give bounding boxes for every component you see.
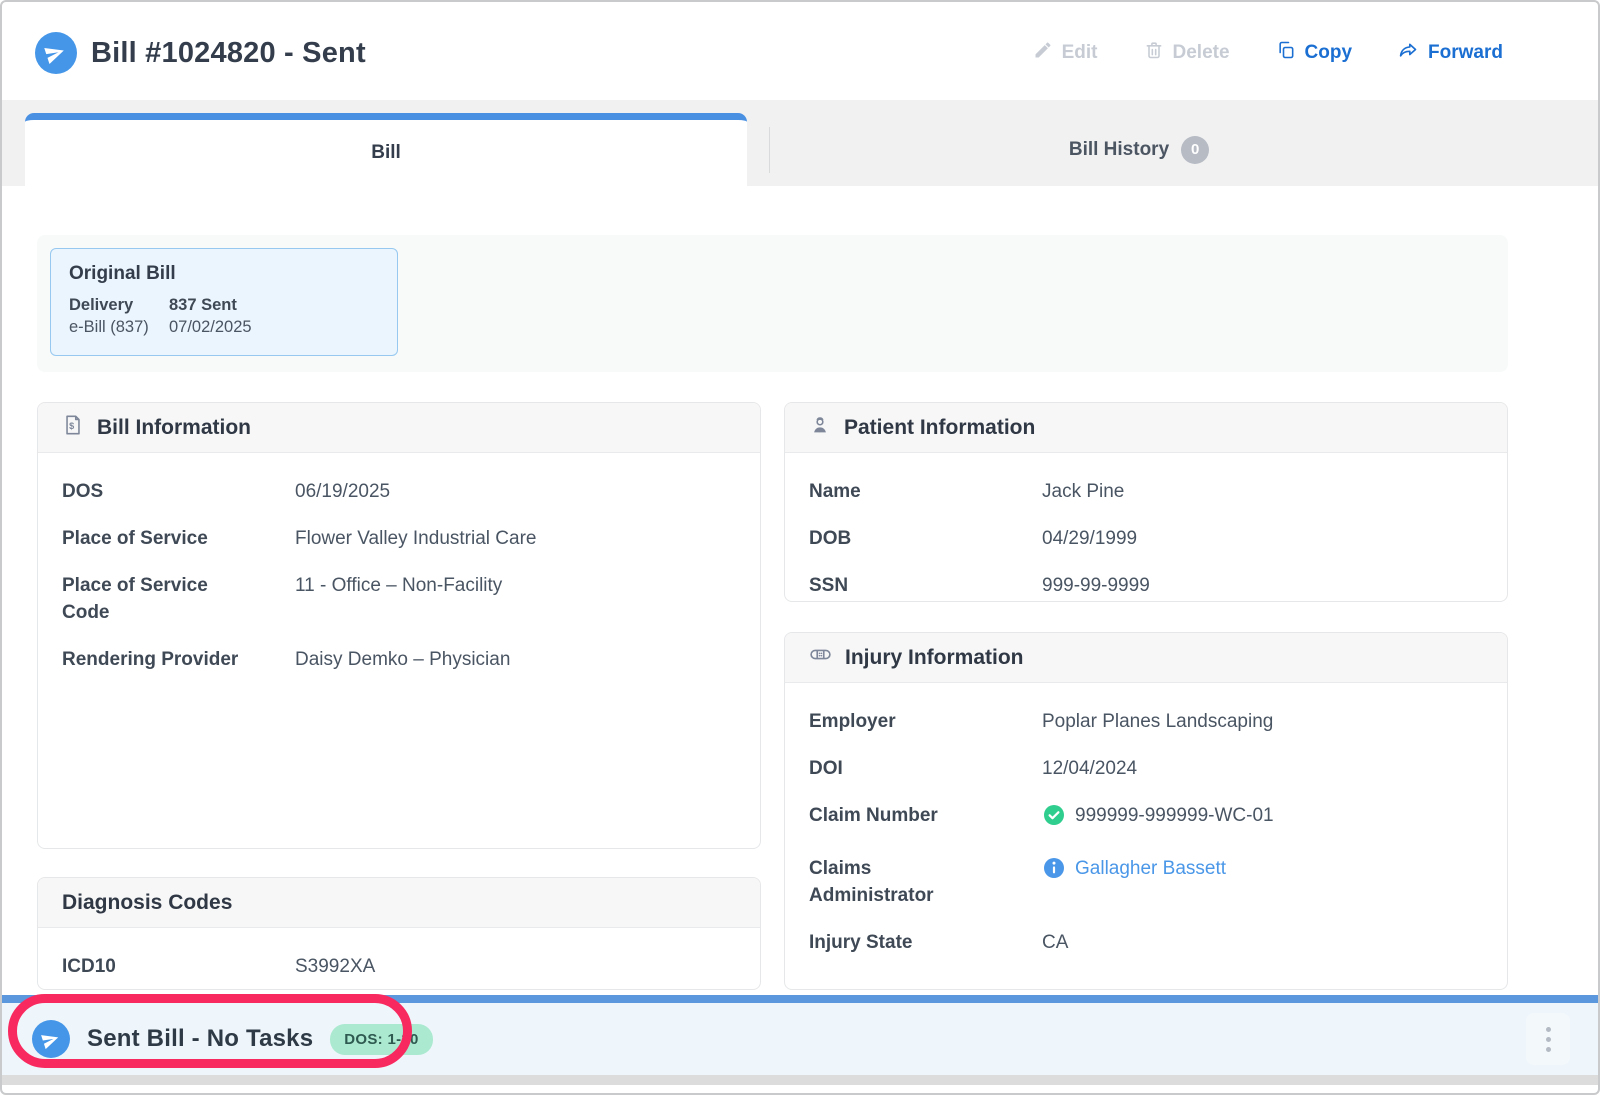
- tab-bill[interactable]: Bill: [25, 113, 747, 186]
- original-bill-card[interactable]: Original Bill Delivery 837 Sent e-Bill (…: [50, 248, 398, 356]
- trash-icon: [1144, 40, 1164, 66]
- receipt-dollar-icon: $: [62, 414, 84, 442]
- diagnosis-codes-header: Diagnosis Codes: [38, 878, 760, 928]
- kebab-menu-button[interactable]: [1526, 1013, 1570, 1065]
- bill-information-header: $ Bill Information: [38, 403, 760, 453]
- copy-icon: [1276, 40, 1296, 66]
- table-row: ICD10 S3992XA: [62, 943, 736, 990]
- injury-information-header: Injury Information: [785, 633, 1507, 683]
- table-row: DOS 06/19/2025: [62, 468, 736, 515]
- delivery-value: e-Bill (837): [69, 318, 169, 337]
- delivery-label: Delivery: [69, 296, 169, 315]
- footer-status-title: Sent Bill - No Tasks: [87, 1025, 313, 1053]
- patient-information-card: Patient Information Name Jack Pine DOB 0…: [784, 402, 1508, 602]
- edit-button[interactable]: Edit: [1033, 40, 1098, 66]
- table-row: Rendering Provider Daisy Demko – Physici…: [62, 636, 736, 683]
- table-row: Claim Number 999999-999999-WC-01: [809, 792, 1483, 845]
- status-label: 837 Sent: [169, 296, 379, 315]
- sent-bill-footer-icon: [32, 1020, 70, 1058]
- patient-information-header: Patient Information: [785, 403, 1507, 453]
- bandaid-icon: [809, 643, 832, 672]
- task-footer: Sent Bill - No Tasks DOS: 1-30: [2, 1003, 1598, 1075]
- table-row: Place of Service Flower Valley Industria…: [62, 515, 736, 562]
- table-row: Place of Service Code 11 - Office – Non-…: [62, 562, 736, 636]
- diagnosis-codes-card: Diagnosis Codes ICD10 S3992XA: [37, 877, 761, 990]
- pencil-icon: [1033, 40, 1053, 66]
- sent-bill-icon: [35, 32, 77, 74]
- tab-bill-history[interactable]: Bill History 0: [770, 113, 1578, 186]
- page-title: Bill #1024820 - Sent: [91, 37, 366, 70]
- bill-detail-page: Bill #1024820 - Sent Edit Delete Copy Fo…: [0, 0, 1600, 1095]
- check-circle-icon: [1042, 803, 1066, 835]
- table-row: SSN 999-99-9999: [809, 562, 1483, 602]
- forward-button[interactable]: Forward: [1398, 40, 1503, 67]
- header-actions: Edit Delete Copy Forward: [1033, 40, 1503, 67]
- original-bill-title: Original Bill: [69, 263, 379, 285]
- tab-bar: Bill Bill History 0: [2, 100, 1598, 186]
- table-row: Injury State CA: [809, 919, 1483, 966]
- status-date: 07/02/2025: [169, 318, 379, 337]
- bottom-strip: [2, 1075, 1598, 1085]
- dos-badge: DOS: 1-30: [330, 1024, 432, 1055]
- main-content: Original Bill Delivery 837 Sent e-Bill (…: [2, 235, 1598, 990]
- svg-text:$: $: [69, 421, 74, 431]
- info-circle-icon[interactable]: [1042, 856, 1066, 888]
- claims-administrator-link[interactable]: Gallagher Bassett: [1075, 855, 1226, 882]
- bill-versions-strip: Original Bill Delivery 837 Sent e-Bill (…: [37, 235, 1508, 372]
- injury-information-card: Injury Information Employer Poplar Plane…: [784, 632, 1508, 990]
- table-row: Claims Administrator Gallagher Bassett: [809, 845, 1483, 919]
- bill-history-count-badge: 0: [1181, 136, 1209, 164]
- table-row: DOB 04/29/1999: [809, 515, 1483, 562]
- delete-button[interactable]: Delete: [1144, 40, 1230, 66]
- table-row: DOI 12/04/2024: [809, 745, 1483, 792]
- forward-arrow-icon: [1398, 40, 1419, 67]
- table-row: Name Jack Pine: [809, 468, 1483, 515]
- table-row: Employer Poplar Planes Landscaping: [809, 698, 1483, 745]
- patient-hardhat-icon: [809, 414, 831, 442]
- bill-information-card: $ Bill Information DOS 06/19/2025 Place …: [37, 402, 761, 849]
- copy-button[interactable]: Copy: [1276, 40, 1353, 66]
- footer-accent-bar: [2, 995, 1598, 1003]
- page-header: Bill #1024820 - Sent Edit Delete Copy Fo…: [2, 2, 1598, 100]
